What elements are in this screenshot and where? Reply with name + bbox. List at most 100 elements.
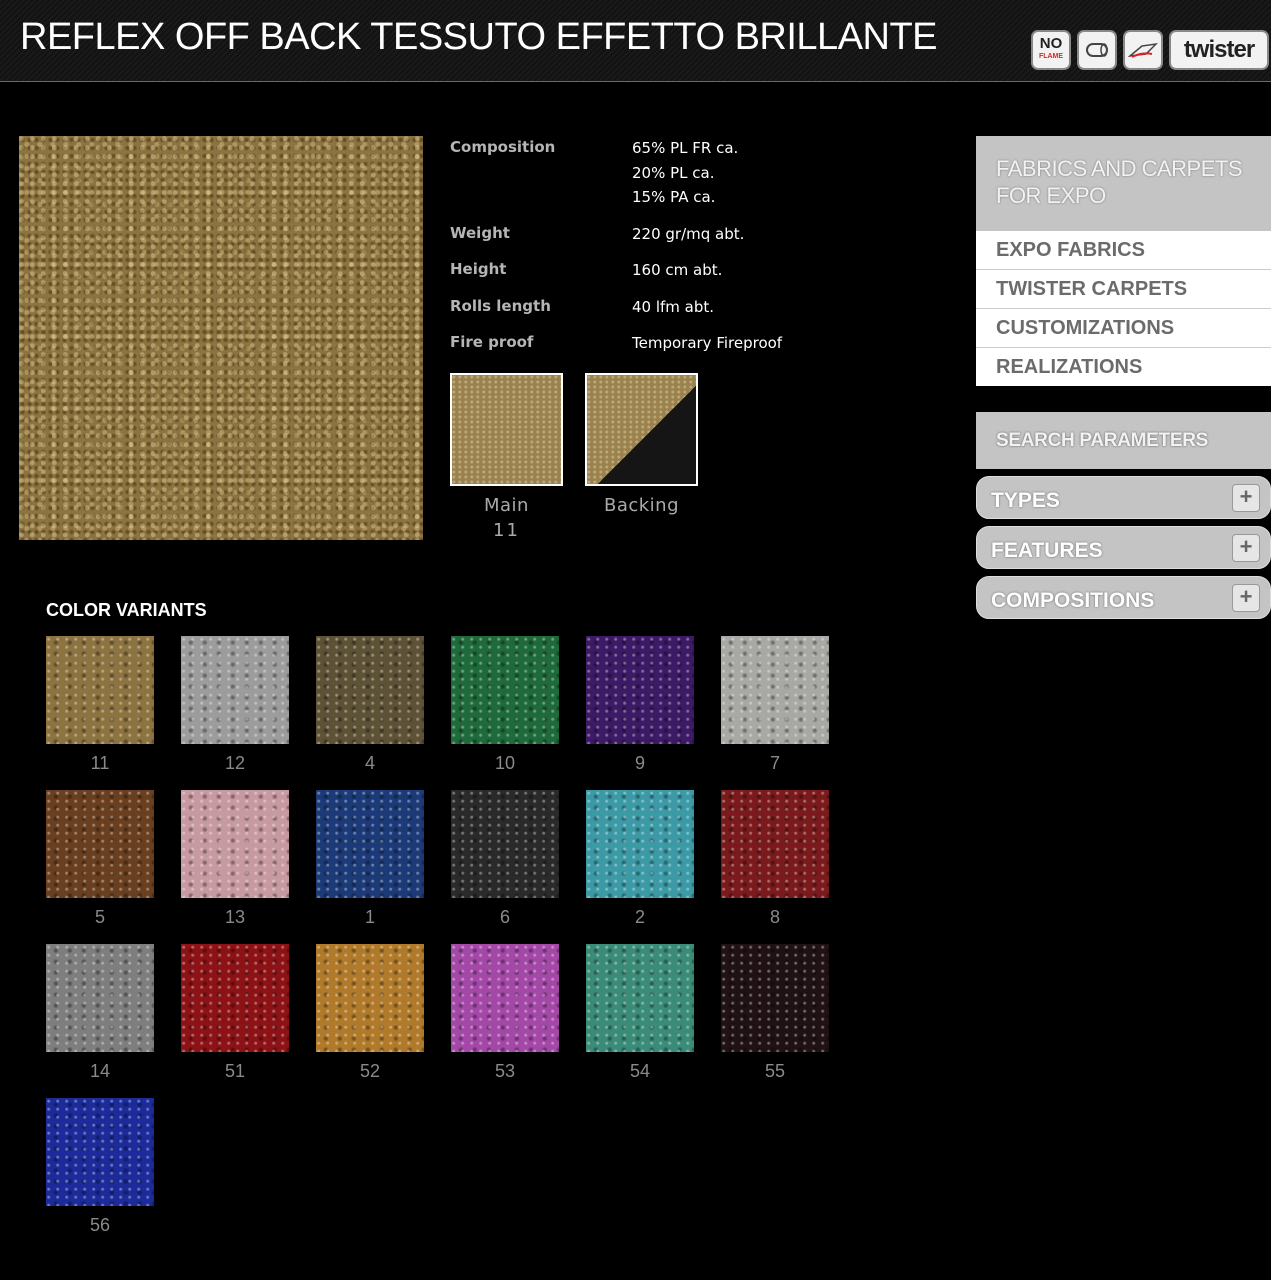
spec-row-weight: Weight 220 gr/mq abt. [450,222,782,247]
color-variant-item[interactable]: 12 [181,636,289,775]
view-thumbnails: Main 11 Backing [450,373,698,541]
color-variants-title: COLOR VARIANTS [46,600,207,620]
no-flame-badge-subtext: FLAME [1038,53,1064,60]
color-variant-item[interactable]: 4 [316,636,424,775]
color-variant-item[interactable]: 55 [721,944,829,1083]
sidebar-menu: EXPO FABRICS TWISTER CARPETS CUSTOMIZATI… [976,231,1271,386]
spec-row-fireproof: Fire proof Temporary Fireproof [450,331,782,356]
color-variant-swatch[interactable] [316,944,424,1052]
spec-value: 65% PL FR ca. 20% PL ca. 15% PA ca. [632,136,738,210]
page-header: REFLEX OFF BACK TESSUTO EFFETTO BRILLANT… [0,0,1271,82]
spec-label: Rolls length [450,296,551,315]
filter-label: TYPES [991,489,1060,512]
color-variant-swatch[interactable] [46,636,154,744]
color-variant-item[interactable]: 51 [181,944,289,1083]
color-variant-item[interactable]: 10 [451,636,559,775]
filter-compositions[interactable]: COMPOSITIONS + [976,576,1271,619]
spec-value: 220 gr/mq abt. [632,224,745,243]
spec-label: Height [450,260,507,278]
filter-label: COMPOSITIONS [991,589,1155,612]
color-variant-swatch[interactable] [586,944,694,1052]
color-variants-grid: 11 12 4 10 9 7 5 13 1 6 2 8 14 51 52 53 54 55 56 [46,636,846,1237]
spec-row-rolls: Rolls length 40 lfm abt. [450,295,782,320]
color-variant-swatch[interactable] [451,790,559,898]
thumb-backing-image[interactable] [585,373,698,486]
filter-label: FEATURES [991,539,1103,562]
color-variant-code: 11 [90,753,110,773]
composition-line: 15% PA ca. [632,188,716,206]
no-flame-badge-icon: NO FLAME [1031,30,1071,70]
color-variant-item[interactable]: 52 [316,944,424,1083]
main-fabric-image [19,136,423,540]
color-variant-item[interactable]: 54 [586,944,694,1083]
sidebar-item-twister-carpets[interactable]: TWISTER CARPETS [976,270,1271,309]
filter-features[interactable]: FEATURES + [976,526,1271,569]
sidebar-item-realizations[interactable]: REALIZATIONS [976,348,1271,386]
thumb-main[interactable]: Main 11 [450,373,563,541]
color-variant-swatch[interactable] [316,790,424,898]
color-variant-swatch[interactable] [721,790,829,898]
specs-table: Composition 65% PL FR ca. 20% PL ca. 15%… [450,136,782,368]
color-variant-code: 14 [89,1061,111,1081]
color-variant-swatch[interactable] [451,944,559,1052]
color-variant-code: 5 [94,907,105,927]
color-variant-code: 7 [769,753,780,773]
color-variant-item[interactable]: 14 [46,944,154,1083]
sidebar-heading: FABRICS AND CARPETS FOR EXPO [976,136,1271,231]
color-variant-swatch[interactable] [586,790,694,898]
fabric-badge-icon [1123,30,1163,70]
spec-label: Composition [450,138,556,156]
color-variant-item[interactable]: 2 [586,790,694,929]
color-variant-code: 10 [494,753,516,773]
color-variant-item[interactable]: 13 [181,790,289,929]
color-variant-code: 53 [494,1061,516,1081]
color-variant-item[interactable]: 8 [721,790,829,929]
color-variant-item[interactable]: 9 [586,636,694,775]
twister-logo: twister [1169,30,1269,70]
color-variant-code: 54 [629,1061,651,1081]
color-variant-item[interactable]: 11 [46,636,154,775]
color-variant-item[interactable]: 1 [316,790,424,929]
thumb-backing[interactable]: Backing [585,373,698,541]
color-variant-swatch[interactable] [721,636,829,744]
color-variant-swatch[interactable] [181,790,289,898]
page-title: REFLEX OFF BACK TESSUTO EFFETTO BRILLANT… [20,16,938,58]
color-variant-swatch[interactable] [46,944,154,1052]
color-variant-code: 6 [499,907,510,927]
color-variant-item[interactable]: 5 [46,790,154,929]
plus-icon[interactable]: + [1232,534,1260,562]
composition-line: 65% PL FR ca. [632,139,739,157]
spec-row-composition: Composition 65% PL FR ca. 20% PL ca. 15%… [450,136,782,210]
color-variant-code: 8 [769,907,780,927]
spec-value: 160 cm abt. [632,261,723,279]
thumb-main-label: Main [484,495,529,516]
color-variant-item[interactable]: 6 [451,790,559,929]
color-variant-code: 12 [224,753,246,773]
color-variant-swatch[interactable] [46,790,154,898]
spec-label: Fire proof [450,333,534,351]
sidebar-item-customizations[interactable]: CUSTOMIZATIONS [976,309,1271,348]
thumb-main-image[interactable] [450,373,563,486]
sidebar: FABRICS AND CARPETS FOR EXPO EXPO FABRIC… [976,136,1271,619]
sidebar-item-expo-fabrics[interactable]: EXPO FABRICS [976,231,1271,270]
color-variant-item[interactable]: 7 [721,636,829,775]
spec-value: Temporary Fireproof [632,334,783,352]
color-variant-item[interactable]: 56 [46,1098,154,1237]
spec-label: Weight [450,223,510,242]
filter-types[interactable]: TYPES + [976,476,1271,519]
color-variant-swatch[interactable] [46,1098,154,1206]
color-variant-swatch[interactable] [316,636,424,744]
color-variant-swatch[interactable] [181,944,289,1052]
color-variant-swatch[interactable] [451,636,559,744]
color-variant-item[interactable]: 53 [451,944,559,1083]
plus-icon[interactable]: + [1232,584,1260,612]
thumb-main-code: 11 [493,520,520,541]
color-variant-swatch[interactable] [586,636,694,744]
thumb-backing-label: Backing [603,495,680,516]
twister-logo-text: twister [1183,36,1255,63]
plus-icon[interactable]: + [1232,484,1260,512]
search-parameters-heading: SEARCH PARAMETERS [976,412,1271,469]
color-variant-swatch[interactable] [721,944,829,1052]
color-variant-code: 9 [634,753,645,773]
color-variant-swatch[interactable] [181,636,289,744]
